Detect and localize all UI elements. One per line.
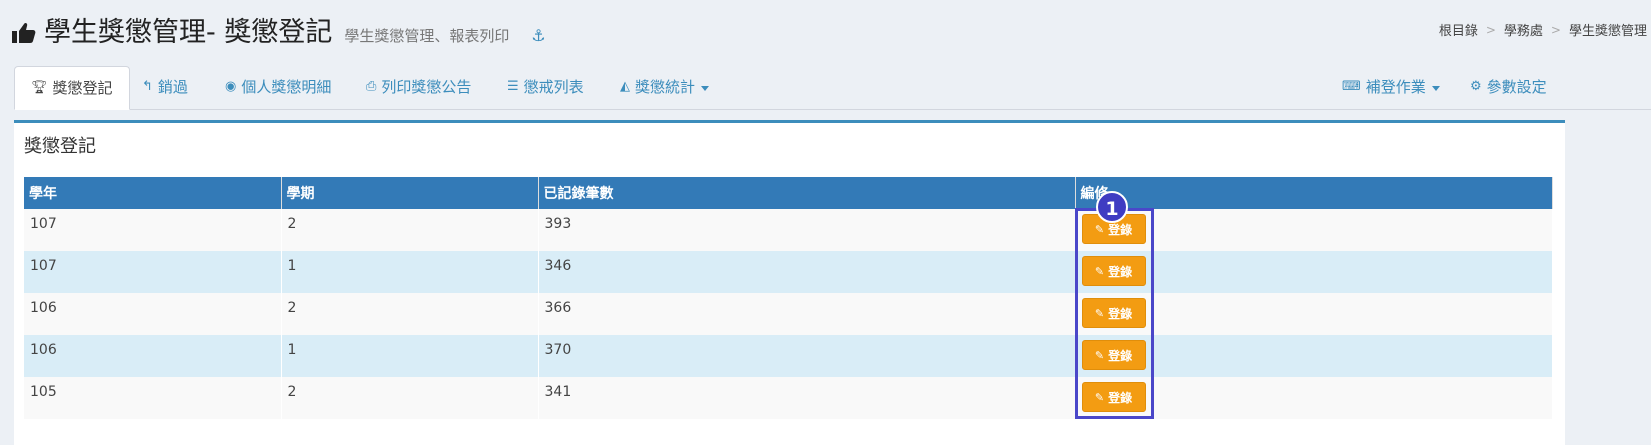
tab-label: 列印獎懲公告 [381,78,472,96]
cell-year: 107 [24,251,282,293]
keyboard-icon: ⌨ [1342,79,1361,94]
register-button-label: 登錄 [1108,390,1133,405]
gear-icon: ⚙ [1470,79,1482,94]
page-header: 學生獎懲管理- 獎懲登記 學生獎懲管理、報表列印 ⚓ 根目錄 > 學務處 > 學… [0,0,1651,60]
content-panel: 獎懲登記 學年 學期 已記錄筆數 編修 107 2 393 ✎ 登錄 107 1… [14,120,1565,445]
user-circle-icon: ◉ [225,79,237,94]
print-icon: ⎙ [366,79,377,94]
register-button-label: 登錄 [1108,264,1133,279]
title-area: 學生獎懲管理- 獎懲登記 學生獎懲管理、報表列印 ⚓ [12,10,546,49]
trophy-icon: 🏆︎ [31,80,48,95]
tab-label: 銷過 [157,78,188,96]
breadcrumb-separator: > [1485,22,1496,37]
tab-award-register[interactable]: 🏆︎ 獎懲登記 [14,66,130,110]
tab-cancel-demerit[interactable]: ↰ 銷過 [142,66,188,108]
tab-bar: 🏆︎ 獎懲登記 ↰ 銷過 ◉ 個人獎懲明細 ⎙ 列印獎懲公告 ☰ 懲戒列表 ◭ … [14,66,1651,110]
cell-count: 341 [538,377,1076,419]
tab-label: 補登作業 [1365,78,1426,96]
tab-label: 參數設定 [1486,78,1547,96]
cell-count: 366 [538,293,1076,335]
chevron-down-icon [701,85,710,91]
annotation-marker: 1 [1096,191,1128,223]
cell-term: 2 [281,293,539,335]
tab-statistics[interactable]: ◭ 獎懲統計 [620,66,710,108]
anchor-icon[interactable]: ⚓ [531,26,545,45]
cell-count: 393 [538,209,1076,251]
reply-icon: ↰ [142,79,153,94]
table-row: 105 2 341 ✎ 登錄 [24,377,1553,419]
breadcrumb-item-office[interactable]: 學務處 [1504,20,1543,39]
panel-title: 獎懲登記 [24,136,96,157]
records-table: 學年 學期 已記錄筆數 編修 107 2 393 ✎ 登錄 107 1 346 … [24,177,1553,419]
edit-icon: ✎ [1094,306,1105,320]
cell-edit: ✎ 登錄 [1075,377,1553,419]
edit-icon: ✎ [1094,222,1105,236]
cell-edit: ✎ 登錄 [1075,335,1553,377]
tab-settings[interactable]: ⚙ 參數設定 [1470,66,1547,108]
cell-term: 1 [281,335,539,377]
column-header-count: 已記錄筆數 [538,177,1076,209]
table-row: 106 2 366 ✎ 登錄 [24,293,1553,335]
cell-count: 370 [538,335,1076,377]
register-button[interactable]: ✎ 登錄 [1081,382,1146,412]
cell-edit: ✎ 登錄 [1075,251,1553,293]
cell-term: 2 [281,377,539,419]
list-icon: ☰ [507,79,519,94]
cell-count: 346 [538,251,1076,293]
tab-label: 個人獎懲明細 [241,78,332,96]
table-row: 107 2 393 ✎ 登錄 [24,209,1553,251]
column-header-edit: 編修 [1075,177,1553,209]
edit-icon: ✎ [1094,390,1105,404]
cell-year: 105 [24,377,282,419]
tab-label: 獎懲登記 [52,79,113,97]
tab-label: 獎懲統計 [635,78,696,96]
thumbs-up-icon [12,22,36,43]
breadcrumb-item-current: 學生獎懲管理 [1568,24,1647,39]
register-button[interactable]: ✎ 登錄 [1081,298,1146,328]
area-chart-icon: ◭ [620,79,630,94]
tab-discipline-list[interactable]: ☰ 懲戒列表 [507,66,584,108]
edit-icon: ✎ [1094,264,1105,278]
register-button-label: 登錄 [1108,348,1133,363]
cell-term: 2 [281,209,539,251]
register-button[interactable]: ✎ 登錄 [1081,256,1146,286]
edit-icon: ✎ [1094,348,1105,362]
column-header-term: 學期 [281,177,539,209]
register-button[interactable]: ✎ 登錄 [1081,340,1146,370]
register-button-label: 登錄 [1108,306,1133,321]
table-row: 106 1 370 ✎ 登錄 [24,335,1553,377]
tab-label: 懲戒列表 [523,78,584,96]
cell-year: 106 [24,293,282,335]
table-header-row: 學年 學期 已記錄筆數 編修 [24,177,1553,209]
cell-edit: ✎ 登錄 [1075,209,1553,251]
cell-year: 107 [24,209,282,251]
page-subtitle: 學生獎懲管理、報表列印 [344,27,510,45]
register-button-label: 登錄 [1108,222,1133,237]
column-header-year: 學年 [24,177,282,209]
cell-year: 106 [24,335,282,377]
table-row: 107 1 346 ✎ 登錄 [24,251,1553,293]
tab-print-notice[interactable]: ⎙ 列印獎懲公告 [366,66,471,108]
page-title: 學生獎懲管理- 獎懲登記 [44,17,333,48]
chevron-down-icon [1431,85,1440,91]
cell-term: 1 [281,251,539,293]
breadcrumb-separator: > [1550,22,1561,37]
tab-supplement[interactable]: ⌨ 補登作業 [1342,66,1440,108]
breadcrumb: 根目錄 > 學務處 > 學生獎懲管理 [1439,20,1647,40]
breadcrumb-item-root[interactable]: 根目錄 [1439,20,1478,39]
cell-edit: ✎ 登錄 [1075,293,1553,335]
tab-personal-detail[interactable]: ◉ 個人獎懲明細 [225,66,331,108]
